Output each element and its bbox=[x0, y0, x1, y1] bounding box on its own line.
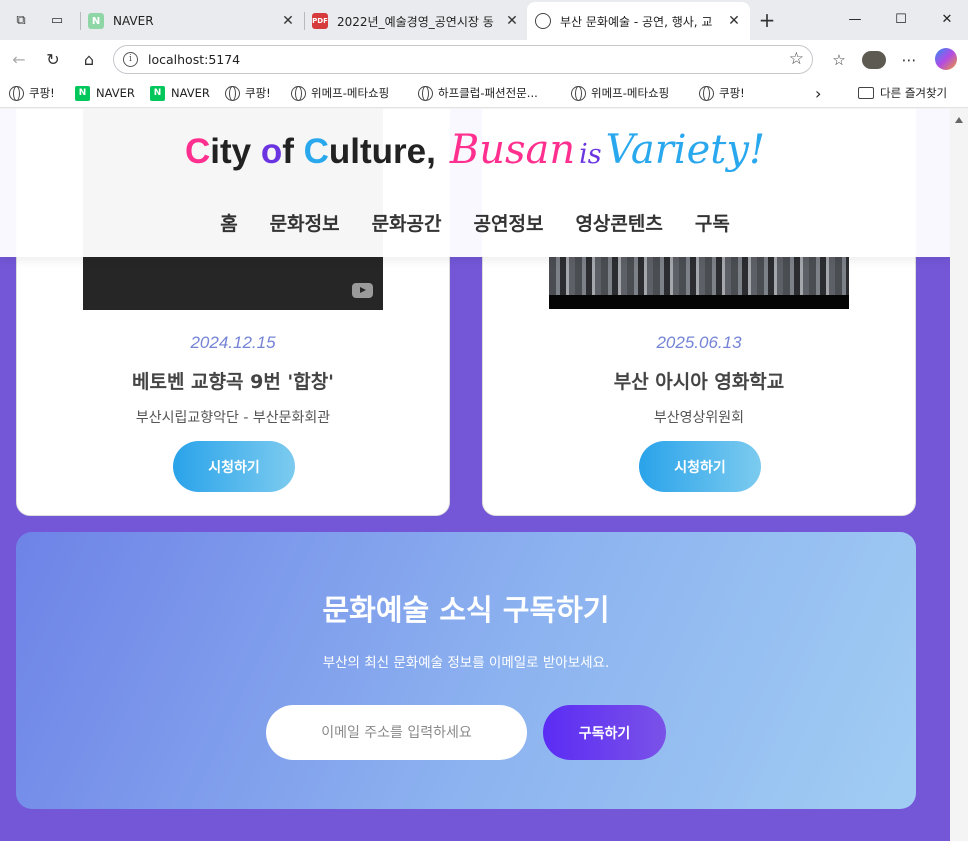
chevron-right-icon[interactable]: › bbox=[815, 84, 821, 103]
nav-video-content[interactable]: 영상콘텐츠 bbox=[575, 209, 662, 236]
bookmark-item[interactable]: 위메프-메타쇼핑 bbox=[571, 84, 669, 102]
subscribe-description: 부산의 최신 문화예술 정보를 이메일로 받아보세요. bbox=[322, 655, 610, 671]
favorites-list-icon[interactable]: ☆ bbox=[828, 50, 850, 70]
main-nav: 홈 문화정보 문화공간 공연정보 영상콘텐츠 구독 bbox=[0, 209, 950, 236]
maximize-icon[interactable]: ☐ bbox=[886, 8, 916, 30]
close-tab-icon[interactable]: ✕ bbox=[726, 13, 742, 29]
workspaces-icon[interactable]: ⧉ bbox=[11, 10, 31, 30]
naver-icon: N bbox=[150, 85, 165, 101]
naver-favicon-icon: N bbox=[88, 13, 104, 29]
bookmark-item[interactable]: N NAVER bbox=[75, 84, 135, 102]
tab-pdf[interactable]: PDF 2022년_예술경영_공연시장 동 ✕ bbox=[312, 6, 524, 36]
bookmark-item[interactable]: 쿠팡! bbox=[225, 84, 271, 102]
bookmark-item[interactable]: 하프클럽-패션전문... bbox=[418, 84, 538, 102]
reload-icon[interactable]: ↻ bbox=[42, 48, 64, 70]
minimize-icon[interactable]: — bbox=[840, 8, 870, 30]
video-date: 2024.12.15 bbox=[190, 333, 276, 352]
home-icon[interactable]: ⌂ bbox=[78, 48, 100, 70]
profile-avatar[interactable] bbox=[862, 51, 886, 69]
bookmark-item[interactable]: 쿠팡! bbox=[9, 84, 55, 102]
nav-culture-space[interactable]: 문화공간 bbox=[372, 209, 442, 236]
close-tab-icon[interactable]: ✕ bbox=[504, 13, 520, 29]
video-date: 2025.06.13 bbox=[656, 333, 742, 352]
folder-icon bbox=[858, 87, 874, 99]
globe-icon bbox=[535, 13, 551, 29]
subscribe-button[interactable]: 구독하기 bbox=[543, 705, 666, 760]
youtube-icon[interactable] bbox=[352, 283, 373, 298]
bookmark-item[interactable]: 위메프-메타쇼핑 bbox=[291, 84, 389, 102]
globe-icon bbox=[699, 85, 714, 101]
globe-icon bbox=[9, 85, 24, 101]
site-info-icon[interactable]: i bbox=[123, 52, 138, 67]
page-viewport: 2024.12.15 베토벤 교향곡 9번 '합창' 부산시립교향악단 - 부산… bbox=[0, 109, 950, 841]
tab-naver[interactable]: N NAVER ✕ bbox=[88, 6, 300, 36]
window-close-icon[interactable]: ✕ bbox=[932, 8, 962, 30]
page-scrollbar[interactable] bbox=[951, 109, 968, 841]
video-title: 부산 아시아 영화학교 bbox=[613, 371, 785, 393]
video-subtitle: 부산시립교향악단 - 부산문화회관 bbox=[135, 410, 331, 426]
nav-subscribe[interactable]: 구독 bbox=[695, 209, 730, 236]
back-icon[interactable]: ← bbox=[8, 48, 30, 70]
globe-icon bbox=[571, 85, 586, 101]
bookmark-item[interactable]: 쿠팡! bbox=[699, 84, 745, 102]
video-subtitle: 부산영상위원회 bbox=[653, 410, 745, 426]
favorite-star-icon[interactable]: ☆ bbox=[789, 49, 804, 69]
close-tab-icon[interactable]: ✕ bbox=[280, 13, 296, 29]
nav-performance-info[interactable]: 공연정보 bbox=[474, 209, 544, 236]
more-menu-icon[interactable]: ⋯ bbox=[898, 50, 920, 70]
browser-tab-bar: ⧉ ▭ N NAVER ✕ PDF 2022년_예술경영_공연시장 동 ✕ 부산… bbox=[0, 0, 968, 40]
subscribe-section: 문화예술 소식 구독하기 부산의 최신 문화예술 정보를 이메일로 받아보세요.… bbox=[16, 532, 916, 809]
bookmark-item[interactable]: N NAVER bbox=[150, 84, 210, 102]
new-tab-icon[interactable]: + bbox=[757, 8, 777, 32]
globe-icon bbox=[418, 85, 433, 101]
nav-culture-info[interactable]: 문화정보 bbox=[270, 209, 340, 236]
video-thumbnail[interactable] bbox=[549, 257, 849, 309]
globe-icon bbox=[225, 85, 240, 101]
watch-button[interactable]: 시청하기 bbox=[173, 441, 295, 492]
copilot-icon[interactable] bbox=[935, 48, 957, 70]
video-title: 베토벤 교향곡 9번 '합창' bbox=[131, 371, 335, 393]
tab-busan-culture[interactable]: 부산 문화예술 - 공연, 행사, 교 ✕ bbox=[527, 2, 750, 40]
site-logo[interactable]: City of Culture, Busan is Variety! bbox=[0, 127, 950, 173]
other-favorites[interactable]: 다른 즐겨찾기 bbox=[858, 84, 947, 102]
naver-icon: N bbox=[75, 85, 90, 101]
address-bar[interactable]: i localhost:5174 ☆ bbox=[113, 45, 813, 74]
scroll-up-icon[interactable] bbox=[955, 117, 963, 123]
nav-home[interactable]: 홈 bbox=[220, 209, 237, 236]
email-input[interactable] bbox=[266, 705, 527, 760]
address-url[interactable]: localhost:5174 bbox=[148, 52, 240, 67]
site-header: City of Culture, Busan is Variety! 홈 문화정보 문… bbox=[0, 109, 950, 257]
subscribe-title: 문화예술 소식 구독하기 bbox=[322, 593, 610, 627]
pdf-icon: PDF bbox=[312, 13, 328, 29]
watch-button[interactable]: 시청하기 bbox=[639, 441, 761, 492]
bookmarks-bar: 쿠팡! N NAVER N NAVER 쿠팡! 위메프-메타쇼핑 하프클럽-패션전문… bbox=[0, 78, 968, 108]
globe-icon bbox=[291, 85, 306, 101]
tab-actions-icon[interactable]: ▭ bbox=[47, 10, 67, 30]
